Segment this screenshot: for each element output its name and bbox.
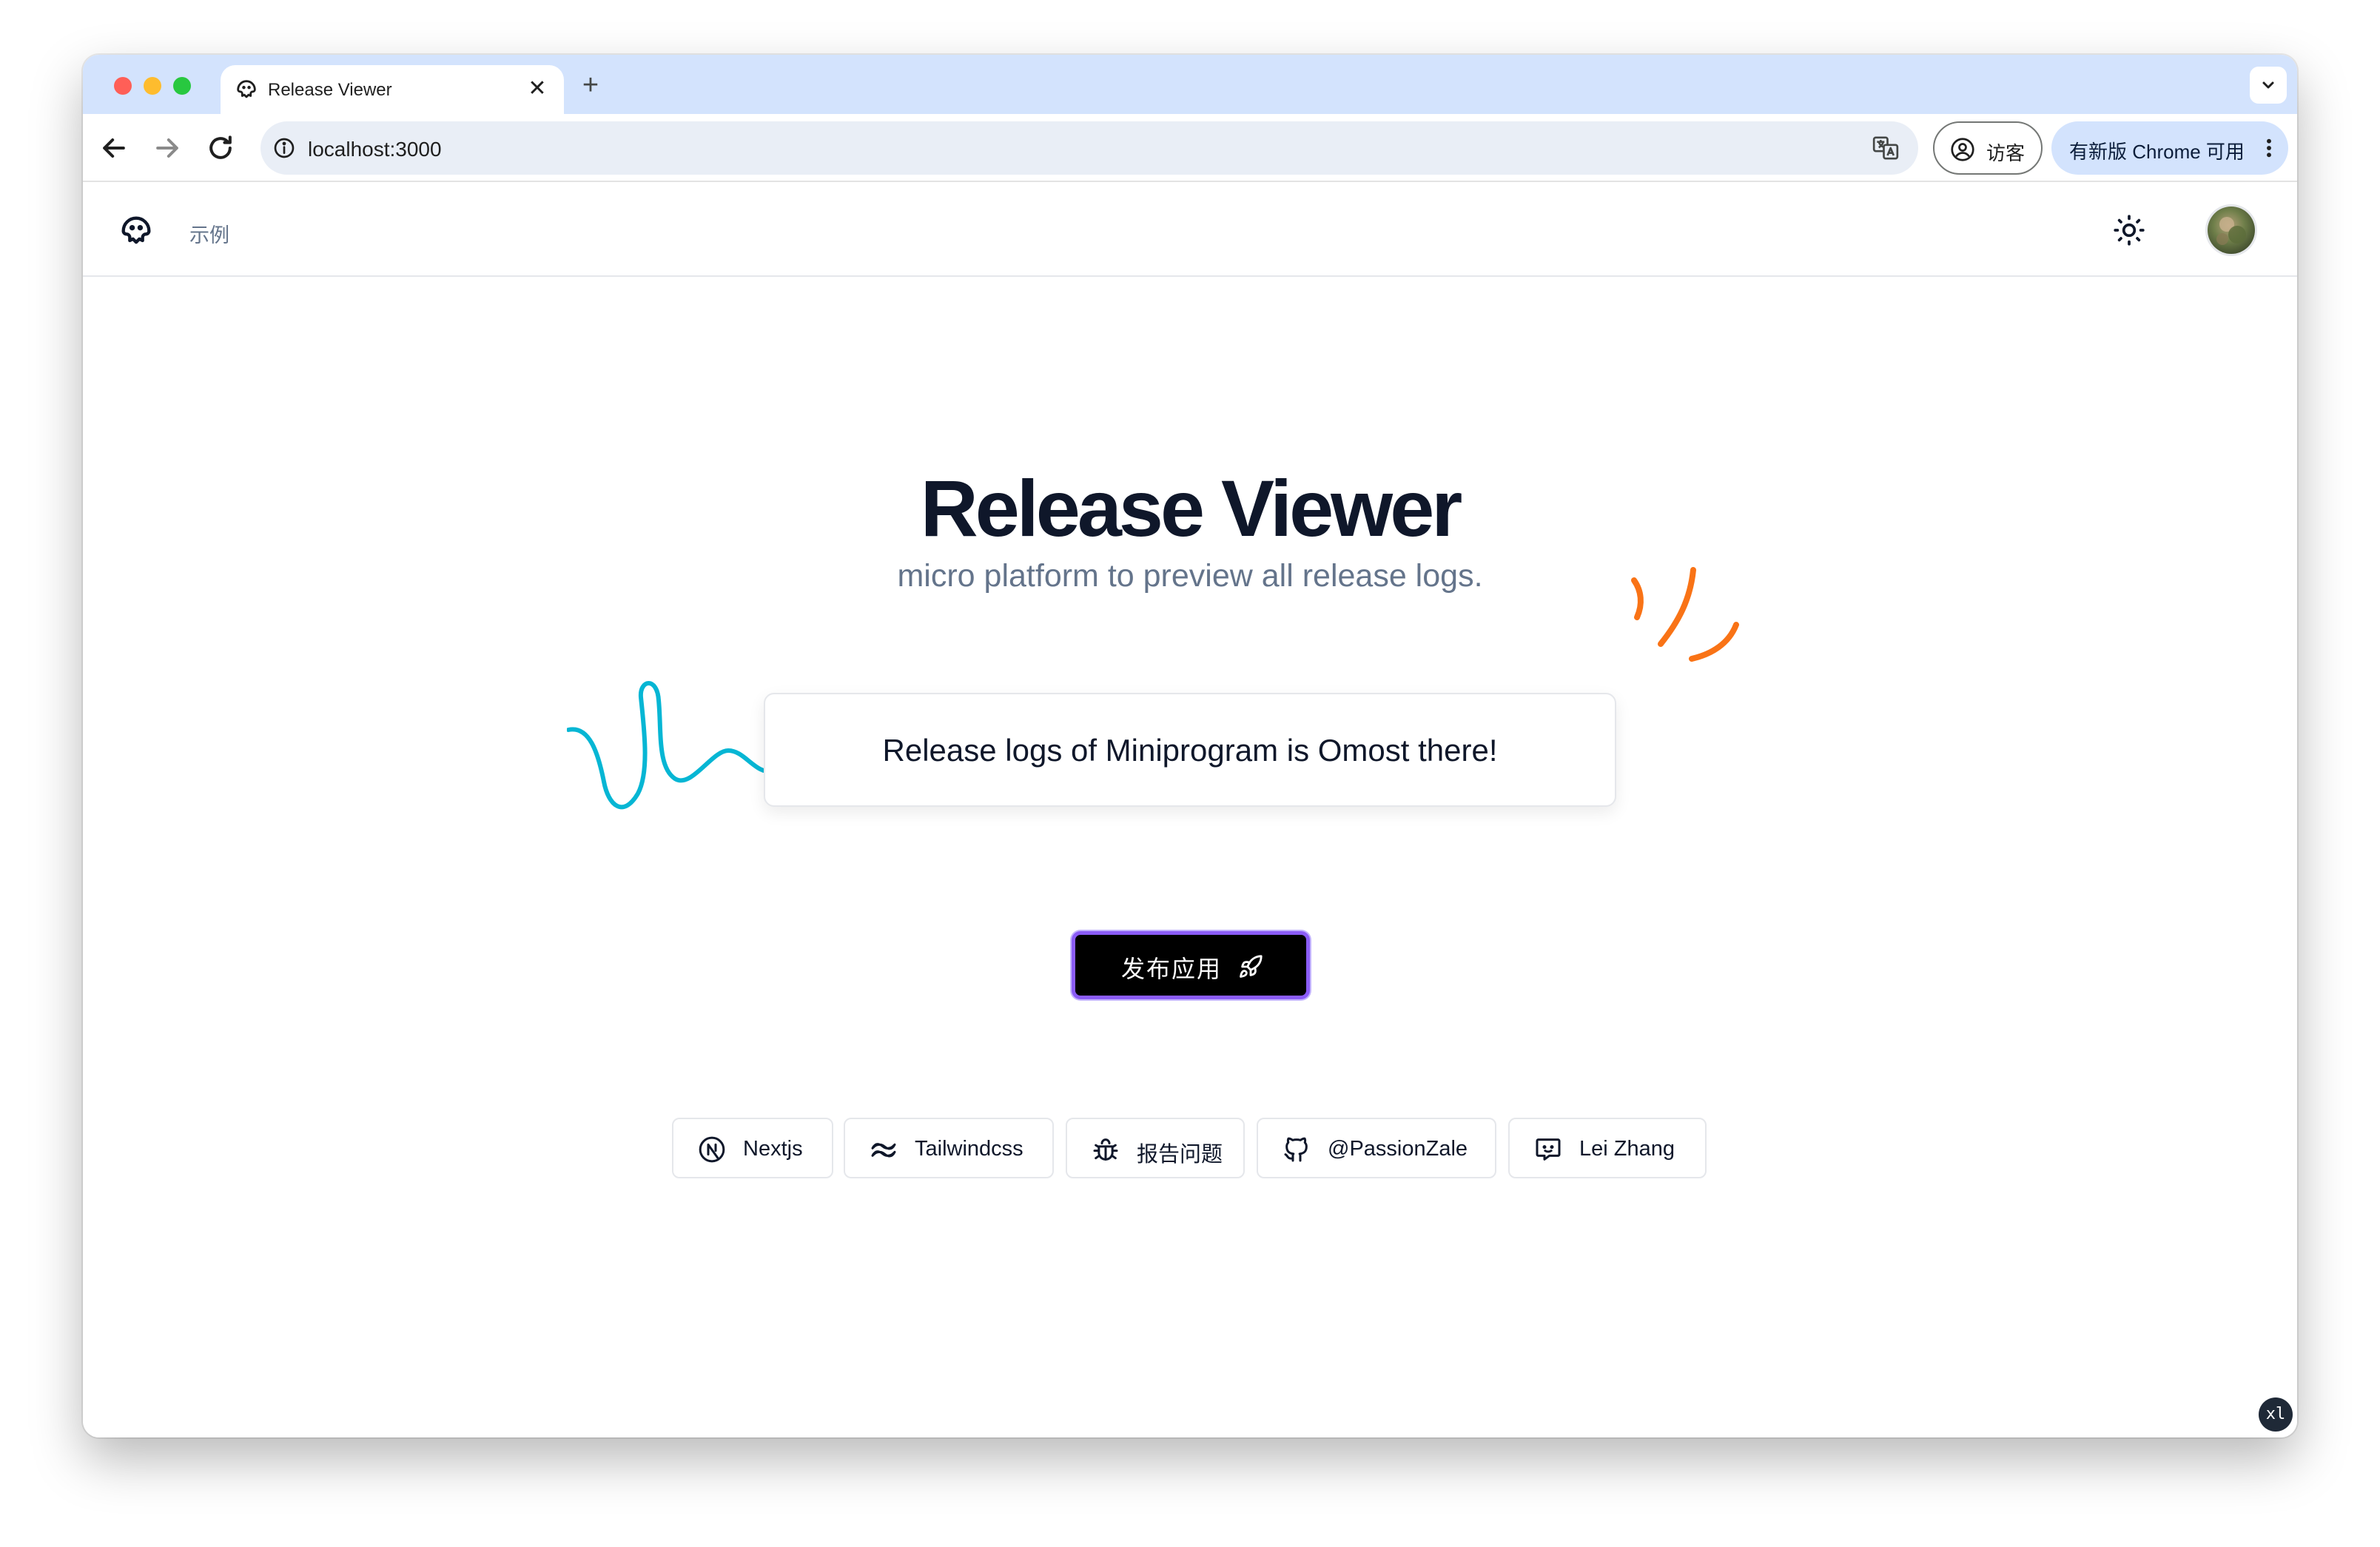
- tailwind-icon: [869, 1135, 898, 1164]
- link-github[interactable]: @PassionZale: [1257, 1118, 1496, 1178]
- bug-icon: [1091, 1135, 1120, 1164]
- link-author[interactable]: Lei Zhang: [1508, 1118, 1707, 1178]
- link-label: Lei Zhang: [1579, 1137, 1675, 1161]
- tab-release-viewer[interactable]: Release Viewer ✕: [221, 65, 564, 114]
- message-card: Release logs of Miniprogram is Omost the…: [764, 693, 1616, 807]
- link-report-issue[interactable]: 报告问题: [1066, 1118, 1245, 1178]
- link-label: Tailwindcss: [915, 1137, 1023, 1161]
- browser-toolbar: localhost:3000 访客 有新版 Chrome 可用: [83, 114, 2297, 182]
- rocket-icon: [1238, 954, 1263, 979]
- link-label: @PassionZale: [1328, 1137, 1468, 1161]
- account-circle-icon: [1949, 136, 1976, 163]
- site-header: 示例: [83, 182, 2297, 277]
- chevron-down-icon: [2262, 81, 2274, 89]
- tech-link-row: Nextjs Tailwindcss 报告问题 @PassionZale Lei…: [83, 1118, 2297, 1178]
- site-info-icon[interactable]: [272, 136, 296, 160]
- chrome-update-button[interactable]: 有新版 Chrome 可用: [2051, 121, 2288, 175]
- theme-toggle-button[interactable]: [2111, 212, 2148, 249]
- window-maximize-button[interactable]: [173, 77, 191, 95]
- window-close-button[interactable]: [114, 77, 132, 95]
- page-subtitle: micro platform to preview all release lo…: [897, 558, 1483, 594]
- tab-title: Release Viewer: [268, 80, 392, 100]
- github-icon: [1282, 1135, 1311, 1164]
- link-tailwindcss[interactable]: Tailwindcss: [844, 1118, 1054, 1178]
- avatar[interactable]: [2205, 204, 2257, 256]
- window-minimize-button[interactable]: [144, 77, 161, 95]
- link-nextjs[interactable]: Nextjs: [672, 1118, 833, 1178]
- profile-guest-button[interactable]: 访客: [1933, 121, 2043, 175]
- forward-button[interactable]: [151, 132, 184, 164]
- update-label: 有新版 Chrome 可用: [2069, 141, 2245, 163]
- arrow-right-icon: [156, 138, 178, 158]
- browser-window: Release Viewer ✕ + localhost:3000 访客 有新版…: [83, 55, 2297, 1437]
- tab-close-icon[interactable]: ✕: [522, 74, 552, 104]
- page-content: 示例 Release Viewer micro platform to prev…: [83, 182, 2297, 1437]
- link-label: Nextjs: [743, 1137, 803, 1161]
- tab-strip: Release Viewer ✕ +: [83, 55, 2297, 114]
- breakpoint-badge: xl: [2259, 1397, 2293, 1432]
- reload-icon: [209, 135, 232, 159]
- nextjs-icon: [697, 1135, 727, 1164]
- translate-icon[interactable]: [1871, 133, 1900, 163]
- arrow-left-icon: [103, 138, 125, 158]
- ghost-favicon-icon: [234, 77, 259, 102]
- page-title: Release Viewer: [920, 463, 1463, 553]
- publish-app-button[interactable]: 发布应用: [1072, 931, 1310, 999]
- tab-search-button[interactable]: [2250, 67, 2287, 104]
- nav-link-example[interactable]: 示例: [189, 219, 229, 248]
- sun-icon: [2114, 215, 2145, 246]
- kebab-menu-icon[interactable]: [2263, 136, 2275, 160]
- reload-button[interactable]: [204, 132, 237, 164]
- back-button[interactable]: [98, 132, 130, 164]
- new-tab-button[interactable]: +: [574, 70, 607, 102]
- link-label: 报告问题: [1137, 1143, 1223, 1167]
- orange-squiggle-decoration: [1631, 567, 1739, 662]
- message-text: Release logs of Miniprogram is Omost the…: [882, 733, 1498, 768]
- publish-label: 发布应用: [1121, 956, 1223, 982]
- address-bar[interactable]: localhost:3000: [260, 121, 1918, 175]
- chat-icon: [1533, 1135, 1563, 1164]
- url-text[interactable]: localhost:3000: [308, 138, 442, 161]
- ghost-logo-icon[interactable]: [117, 212, 155, 250]
- guest-label: 访客: [1986, 142, 2026, 164]
